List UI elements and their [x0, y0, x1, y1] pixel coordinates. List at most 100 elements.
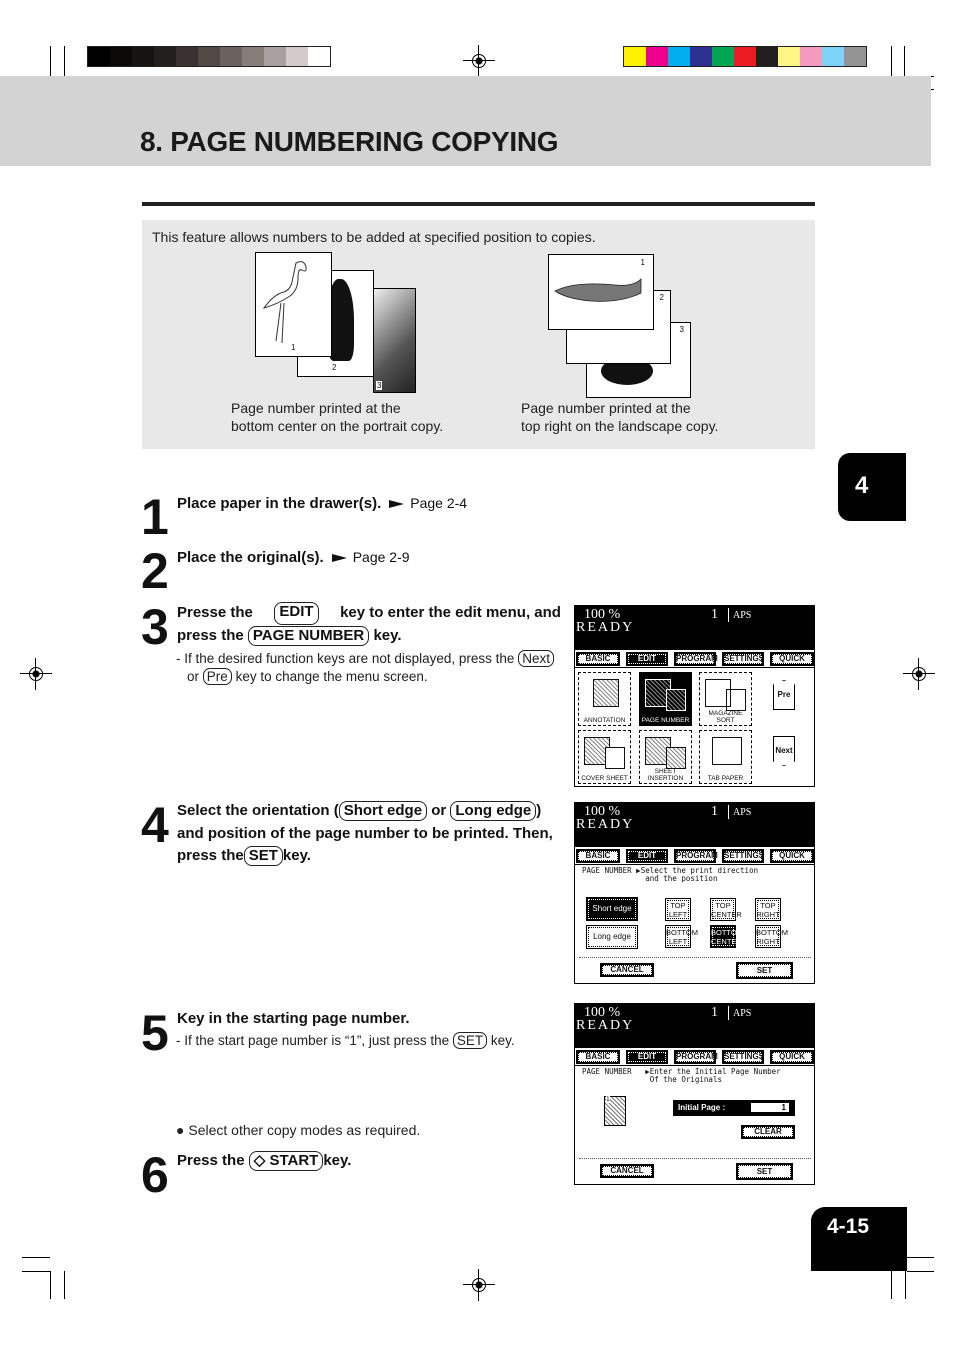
- color-swatch: [286, 47, 308, 66]
- tab-program[interactable]: PROGRAM: [674, 849, 718, 863]
- lcd-tabs: BASIC EDIT PROGRAM SETTINGS QUICK: [576, 652, 814, 666]
- landscape-caption: Page number printed at the top right on …: [521, 400, 719, 434]
- landscape-sheet-1: 1: [548, 254, 654, 330]
- position-top-left-button[interactable]: TOP LEFT: [665, 898, 691, 921]
- color-swatch: [646, 47, 668, 66]
- tab-quick[interactable]: QUICK: [770, 1050, 814, 1064]
- lcd-status-bar: 100 % 1 APS READY: [575, 803, 814, 847]
- long-edge-button[interactable]: Long edge: [586, 925, 638, 949]
- tab-settings[interactable]: SETTINGS: [722, 652, 764, 666]
- tab-basic[interactable]: BASIC: [576, 652, 620, 666]
- set-button[interactable]: SET: [736, 962, 793, 979]
- lcd-edit-menu: 100 % 1 APS READY BASIC EDIT PROGRAM SET…: [574, 605, 815, 787]
- clear-button[interactable]: CLEAR: [741, 1125, 795, 1139]
- lcd-tabs: BASIC EDIT PROGRAM SETTINGS QUICK: [576, 1050, 814, 1064]
- color-swatch: [110, 47, 132, 66]
- color-swatch: [176, 47, 198, 66]
- color-swatch: [132, 47, 154, 66]
- lcd-message: PAGE NUMBER ▶Select the print direction …: [582, 866, 759, 883]
- cancel-button[interactable]: CANCEL: [600, 1164, 654, 1178]
- annotation-icon: [593, 679, 619, 707]
- color-swatch: [264, 47, 286, 66]
- color-swatch: [734, 47, 756, 66]
- set-button[interactable]: SET: [736, 1163, 793, 1180]
- tab-program[interactable]: PROGRAM: [674, 652, 718, 666]
- color-swatch: [88, 47, 110, 66]
- position-bottom-left-button[interactable]: BOTTOM LEFT: [665, 925, 698, 948]
- folder-icon: [712, 737, 742, 765]
- color-swatch: [154, 47, 176, 66]
- lcd-page-number-position: 100 % 1 APS READY BASIC EDIT PROGRAM SET…: [574, 802, 815, 984]
- title-rule: [142, 202, 815, 206]
- tab-edit[interactable]: EDIT: [626, 849, 668, 863]
- page-title: 8. PAGE NUMBERING COPYING: [140, 126, 559, 157]
- chapter-tab: 4: [838, 453, 906, 521]
- tab-settings[interactable]: SETTINGS: [722, 849, 764, 863]
- initial-page-field[interactable]: Initial Page : 1: [673, 1100, 795, 1116]
- arrow-right-icon: [331, 553, 347, 562]
- tab-edit[interactable]: EDIT: [626, 652, 668, 666]
- lcd-initial-page: 100 % 1 APS READY BASIC EDIT PROGRAM SET…: [574, 1003, 815, 1185]
- lcd-message: PAGE NUMBER ▶Enter the Initial Page Numb…: [582, 1067, 781, 1084]
- tab-paper-tile[interactable]: TAB PAPER: [699, 730, 752, 784]
- page-number-tile[interactable]: PAGE NUMBER: [639, 672, 692, 726]
- lcd-status-bar: 100 % 1 APS READY: [575, 1004, 814, 1048]
- step-2-text: Place the original(s).: [177, 549, 324, 566]
- initial-page-input[interactable]: 1: [751, 1103, 789, 1112]
- position-bottom-center-button[interactable]: BOTTOM CENTER: [710, 925, 743, 948]
- document-icon: 1: [604, 1096, 626, 1126]
- cover-sheet-tile[interactable]: COVER SHEET: [578, 730, 631, 784]
- page-number-tab: 4-15: [811, 1207, 907, 1271]
- color-swatch: [778, 47, 800, 66]
- color-swatch: [308, 47, 330, 66]
- portrait-caption: Page number printed at the bottom center…: [231, 400, 444, 434]
- page-ref-link[interactable]: Page 2-9: [353, 549, 410, 565]
- lcd-status-bar: 100 % 1 APS READY: [575, 606, 814, 650]
- gray-color-bar: [87, 46, 331, 67]
- arrow-right-icon: [389, 499, 405, 508]
- color-swatch: [822, 47, 844, 66]
- short-edge-button[interactable]: Short edge: [586, 897, 638, 921]
- pre-button[interactable]: Pre: [773, 680, 795, 710]
- set-key: SET: [452, 1032, 488, 1049]
- color-swatch: [756, 47, 778, 66]
- color-swatch: [242, 47, 264, 66]
- color-swatch: [690, 47, 712, 66]
- position-bottom-right-button[interactable]: BOTTOM RIGHT: [755, 925, 788, 948]
- registration-mark-icon: [20, 658, 52, 690]
- registration-mark-icon: [903, 658, 935, 690]
- portrait-sheet-1: 1: [255, 252, 332, 357]
- page-ref-link[interactable]: Page 2-4: [410, 495, 467, 511]
- color-swatch: [624, 47, 646, 66]
- whale-image: [554, 278, 642, 302]
- next-button[interactable]: Next: [773, 736, 795, 766]
- cancel-button[interactable]: CANCEL: [600, 963, 654, 977]
- lcd-tabs: BASIC EDIT PROGRAM SETTINGS QUICK: [576, 849, 814, 863]
- position-top-right-button[interactable]: TOP RIGHT: [755, 898, 781, 921]
- tab-settings[interactable]: SETTINGS: [722, 1050, 764, 1064]
- tab-quick[interactable]: QUICK: [770, 849, 814, 863]
- registration-mark-icon: [463, 45, 495, 77]
- tab-basic[interactable]: BASIC: [576, 1050, 620, 1064]
- tab-quick[interactable]: QUICK: [770, 652, 814, 666]
- tab-edit[interactable]: EDIT: [626, 1050, 668, 1064]
- start-diamond-icon: ◇: [253, 1152, 266, 1169]
- color-swatch: [844, 47, 866, 66]
- tab-basic[interactable]: BASIC: [576, 849, 620, 863]
- registration-mark-icon: [463, 1269, 495, 1301]
- position-top-center-button[interactable]: TOP CENTER: [710, 898, 742, 921]
- color-swatch: [220, 47, 242, 66]
- start-key: ◇ START: [248, 1151, 324, 1171]
- color-swatch: [198, 47, 220, 66]
- color-swatch: [668, 47, 690, 66]
- short-edge-key: Short edge: [338, 801, 428, 821]
- pre-key: Pre: [202, 668, 232, 685]
- flamingo-image: [262, 261, 307, 344]
- portrait-sheet-3: 3: [373, 288, 416, 393]
- color-swatch: [712, 47, 734, 66]
- tab-program[interactable]: PROGRAM: [674, 1050, 718, 1064]
- magazine-sort-tile[interactable]: MAGAZINE SORT: [699, 672, 752, 726]
- annotation-tile[interactable]: ANNOTATION: [578, 672, 631, 726]
- sheet-insertion-tile[interactable]: SHEET INSERTION: [639, 730, 692, 784]
- bullet-icon: ●: [176, 1122, 185, 1138]
